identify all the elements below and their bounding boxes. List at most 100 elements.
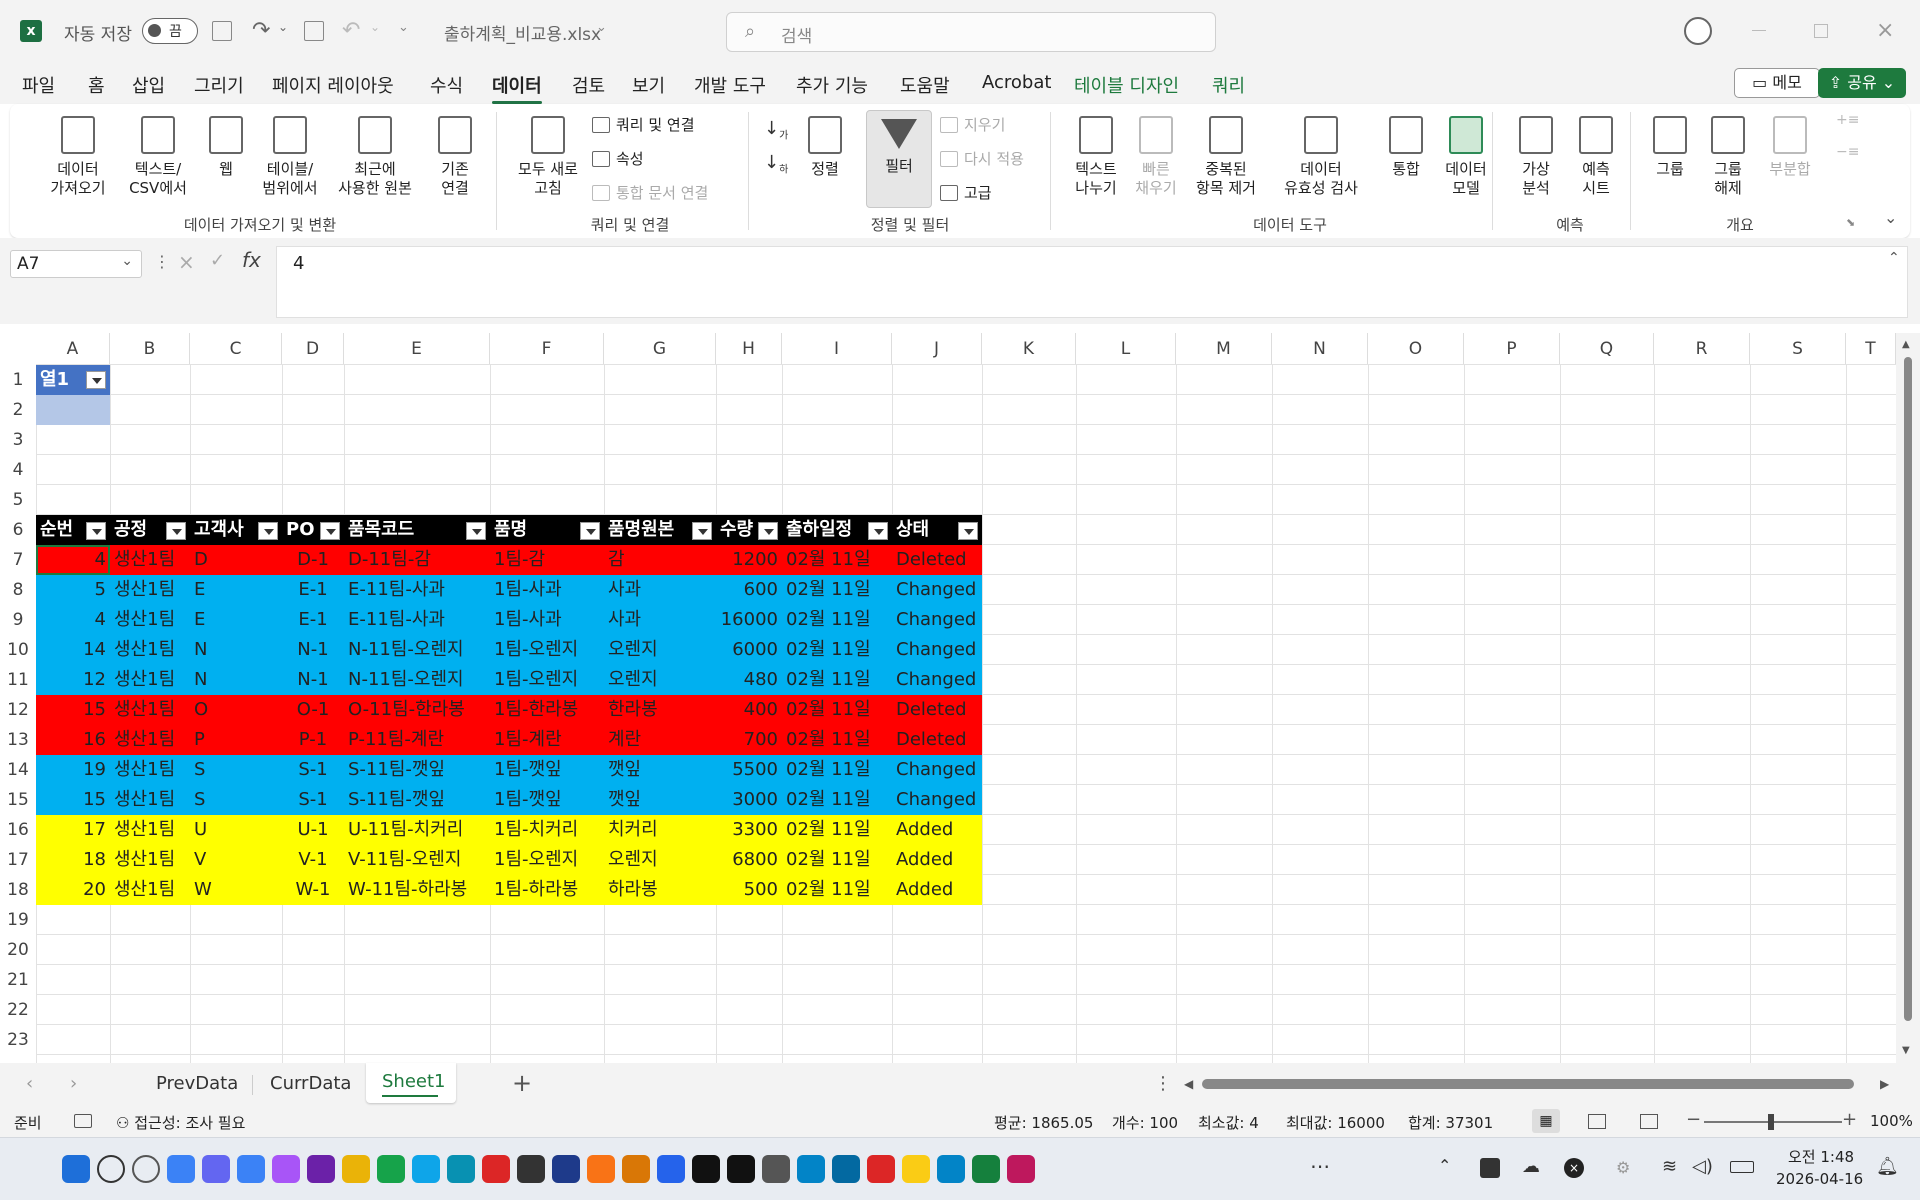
taskbar-start-icon[interactable] (62, 1155, 90, 1183)
web-button[interactable]: 웹 (200, 116, 252, 179)
filter-dropdown-icon[interactable] (320, 522, 340, 540)
table-cell[interactable]: N (190, 665, 282, 695)
sort-button[interactable]: 정렬 (800, 116, 850, 179)
taskbar-app-icon[interactable] (727, 1155, 755, 1183)
table-cell[interactable]: 5500 (716, 755, 782, 785)
table-cell[interactable]: 02월 11일 (782, 755, 892, 785)
table-cell[interactable]: 치커리 (604, 815, 716, 845)
table-cell[interactable]: 1팀-하라봉 (490, 875, 604, 905)
table-cell[interactable]: 02월 11일 (782, 785, 892, 815)
taskbar-chrome-icon[interactable] (377, 1155, 405, 1183)
table-cell[interactable]: 400 (716, 695, 782, 725)
table-cell[interactable]: Changed (892, 665, 982, 695)
column-header[interactable]: O (1368, 333, 1464, 365)
table-cell[interactable]: 3300 (716, 815, 782, 845)
filter-dropdown-icon[interactable] (692, 522, 712, 540)
menu-view[interactable]: 보기 (632, 72, 665, 98)
row-header[interactable]: 22 (0, 995, 36, 1025)
row-header[interactable]: 13 (0, 725, 36, 755)
taskbar-app-icon[interactable] (167, 1155, 195, 1183)
sort-desc-icon[interactable]: ↓하 (764, 152, 788, 176)
row-header[interactable]: 3 (0, 425, 36, 455)
sheet-tab-prevdata[interactable]: PrevData (156, 1073, 238, 1094)
table-cell[interactable]: 20 (36, 875, 110, 905)
table-cell[interactable]: 16000 (716, 605, 782, 635)
table-cell[interactable]: 5 (36, 575, 110, 605)
column-header[interactable]: F (490, 333, 604, 365)
table-cell[interactable]: 오렌지 (604, 635, 716, 665)
table-cell[interactable]: 깻잎 (604, 785, 716, 815)
tray-misc-icon[interactable]: ⚙ (1616, 1158, 1630, 1177)
table-cell[interactable]: 02월 11일 (782, 725, 892, 755)
table-cell[interactable]: Deleted (892, 695, 982, 725)
tabs-more-icon[interactable]: ⋮ (1154, 1073, 1172, 1094)
filter-dropdown-icon[interactable] (758, 522, 778, 540)
table-cell[interactable]: D-11팀-감 (344, 545, 490, 575)
table-cell[interactable]: D-1 (282, 545, 344, 575)
table-cell[interactable]: 생산1팀 (110, 695, 190, 725)
normal-view-icon[interactable]: ▦ (1532, 1109, 1560, 1133)
clock-date[interactable]: 2026-04-16 (1776, 1170, 1863, 1188)
column-header[interactable]: P (1464, 333, 1560, 365)
table-cell[interactable]: E (190, 575, 282, 605)
group-button[interactable]: 그룹 (1642, 116, 1698, 179)
row-header[interactable]: 7 (0, 545, 36, 575)
share-button[interactable]: ⇪ 공유 ⌄ (1818, 68, 1906, 98)
row-header[interactable]: 21 (0, 965, 36, 995)
table-form-icon[interactable] (304, 21, 324, 41)
table-cell[interactable]: U-11팀-치커리 (344, 815, 490, 845)
taskbar-app-icon[interactable] (1007, 1155, 1035, 1183)
table-cell[interactable]: S-1 (282, 785, 344, 815)
taskbar-app-icon[interactable] (937, 1155, 965, 1183)
sheet-tab-sheet1[interactable]: Sheet1 (366, 1063, 456, 1103)
clock-time[interactable]: 오전 1:48 (1788, 1146, 1854, 1167)
table-cell[interactable]: 생산1팀 (110, 575, 190, 605)
table-cell[interactable]: S (190, 755, 282, 785)
menu-table-design[interactable]: 테이블 디자인 (1074, 72, 1179, 98)
table-cell[interactable]: 3000 (716, 785, 782, 815)
column-header[interactable]: J (892, 333, 982, 365)
minimize-icon[interactable] (1752, 30, 1766, 31)
table-cell[interactable]: W-11팀-하라봉 (344, 875, 490, 905)
table-cell[interactable]: Changed (892, 755, 982, 785)
clear-filter-button[interactable]: 지우기 (940, 114, 1005, 135)
whatif-analysis-button[interactable]: 가상 분석 (1508, 116, 1564, 198)
dialog-launcher-icon[interactable]: ⬊ (1846, 216, 1855, 229)
taskbar-edge-icon[interactable] (447, 1155, 475, 1183)
show-detail-icon[interactable]: +≡ (1836, 112, 1859, 128)
table-cell[interactable]: 02월 11일 (782, 635, 892, 665)
flash-fill-button[interactable]: 빠른 채우기 (1126, 116, 1186, 198)
column-header[interactable]: R (1654, 333, 1750, 365)
table-cell[interactable]: U-1 (282, 815, 344, 845)
taskbar-app-icon[interactable] (412, 1155, 440, 1183)
table-cell[interactable]: 4 (36, 605, 110, 635)
redo-icon[interactable]: ↷ (252, 18, 270, 43)
table-cell[interactable]: 16 (36, 725, 110, 755)
table-cell[interactable]: V-1 (282, 845, 344, 875)
reapply-button[interactable]: 다시 적용 (940, 148, 1024, 169)
table-cell[interactable]: E-11팀-사과 (344, 575, 490, 605)
column-header[interactable]: C (190, 333, 282, 365)
table-cell[interactable]: 02월 11일 (782, 545, 892, 575)
add-sheet-icon[interactable]: + (512, 1069, 532, 1097)
confirm-entry-icon[interactable]: ✓ (210, 250, 225, 271)
save-icon[interactable] (212, 21, 232, 41)
menu-page-layout[interactable]: 페이지 레이아웃 (272, 72, 394, 98)
sort-asc-icon[interactable]: ↓가 (764, 118, 788, 142)
table-cell[interactable]: D (190, 545, 282, 575)
table-cell[interactable]: 1200 (716, 545, 782, 575)
table-cell[interactable]: 1팀-치커리 (490, 815, 604, 845)
taskbar-chatgpt-icon[interactable] (517, 1155, 545, 1183)
table-cell[interactable]: 생산1팀 (110, 665, 190, 695)
table-cell[interactable]: Changed (892, 605, 982, 635)
column-header[interactable]: Q (1560, 333, 1654, 365)
row-header[interactable]: 16 (0, 815, 36, 845)
taskbar-app-icon[interactable] (202, 1155, 230, 1183)
table-cell[interactable]: 1팀-오렌지 (490, 635, 604, 665)
table-cell[interactable]: 1팀-한라봉 (490, 695, 604, 725)
table-cell[interactable]: U (190, 815, 282, 845)
tray-dropbox-icon[interactable] (1480, 1158, 1500, 1178)
filter-dropdown-icon[interactable] (958, 522, 978, 540)
row-header[interactable]: 12 (0, 695, 36, 725)
advanced-filter-button[interactable]: 고급 (940, 182, 992, 203)
